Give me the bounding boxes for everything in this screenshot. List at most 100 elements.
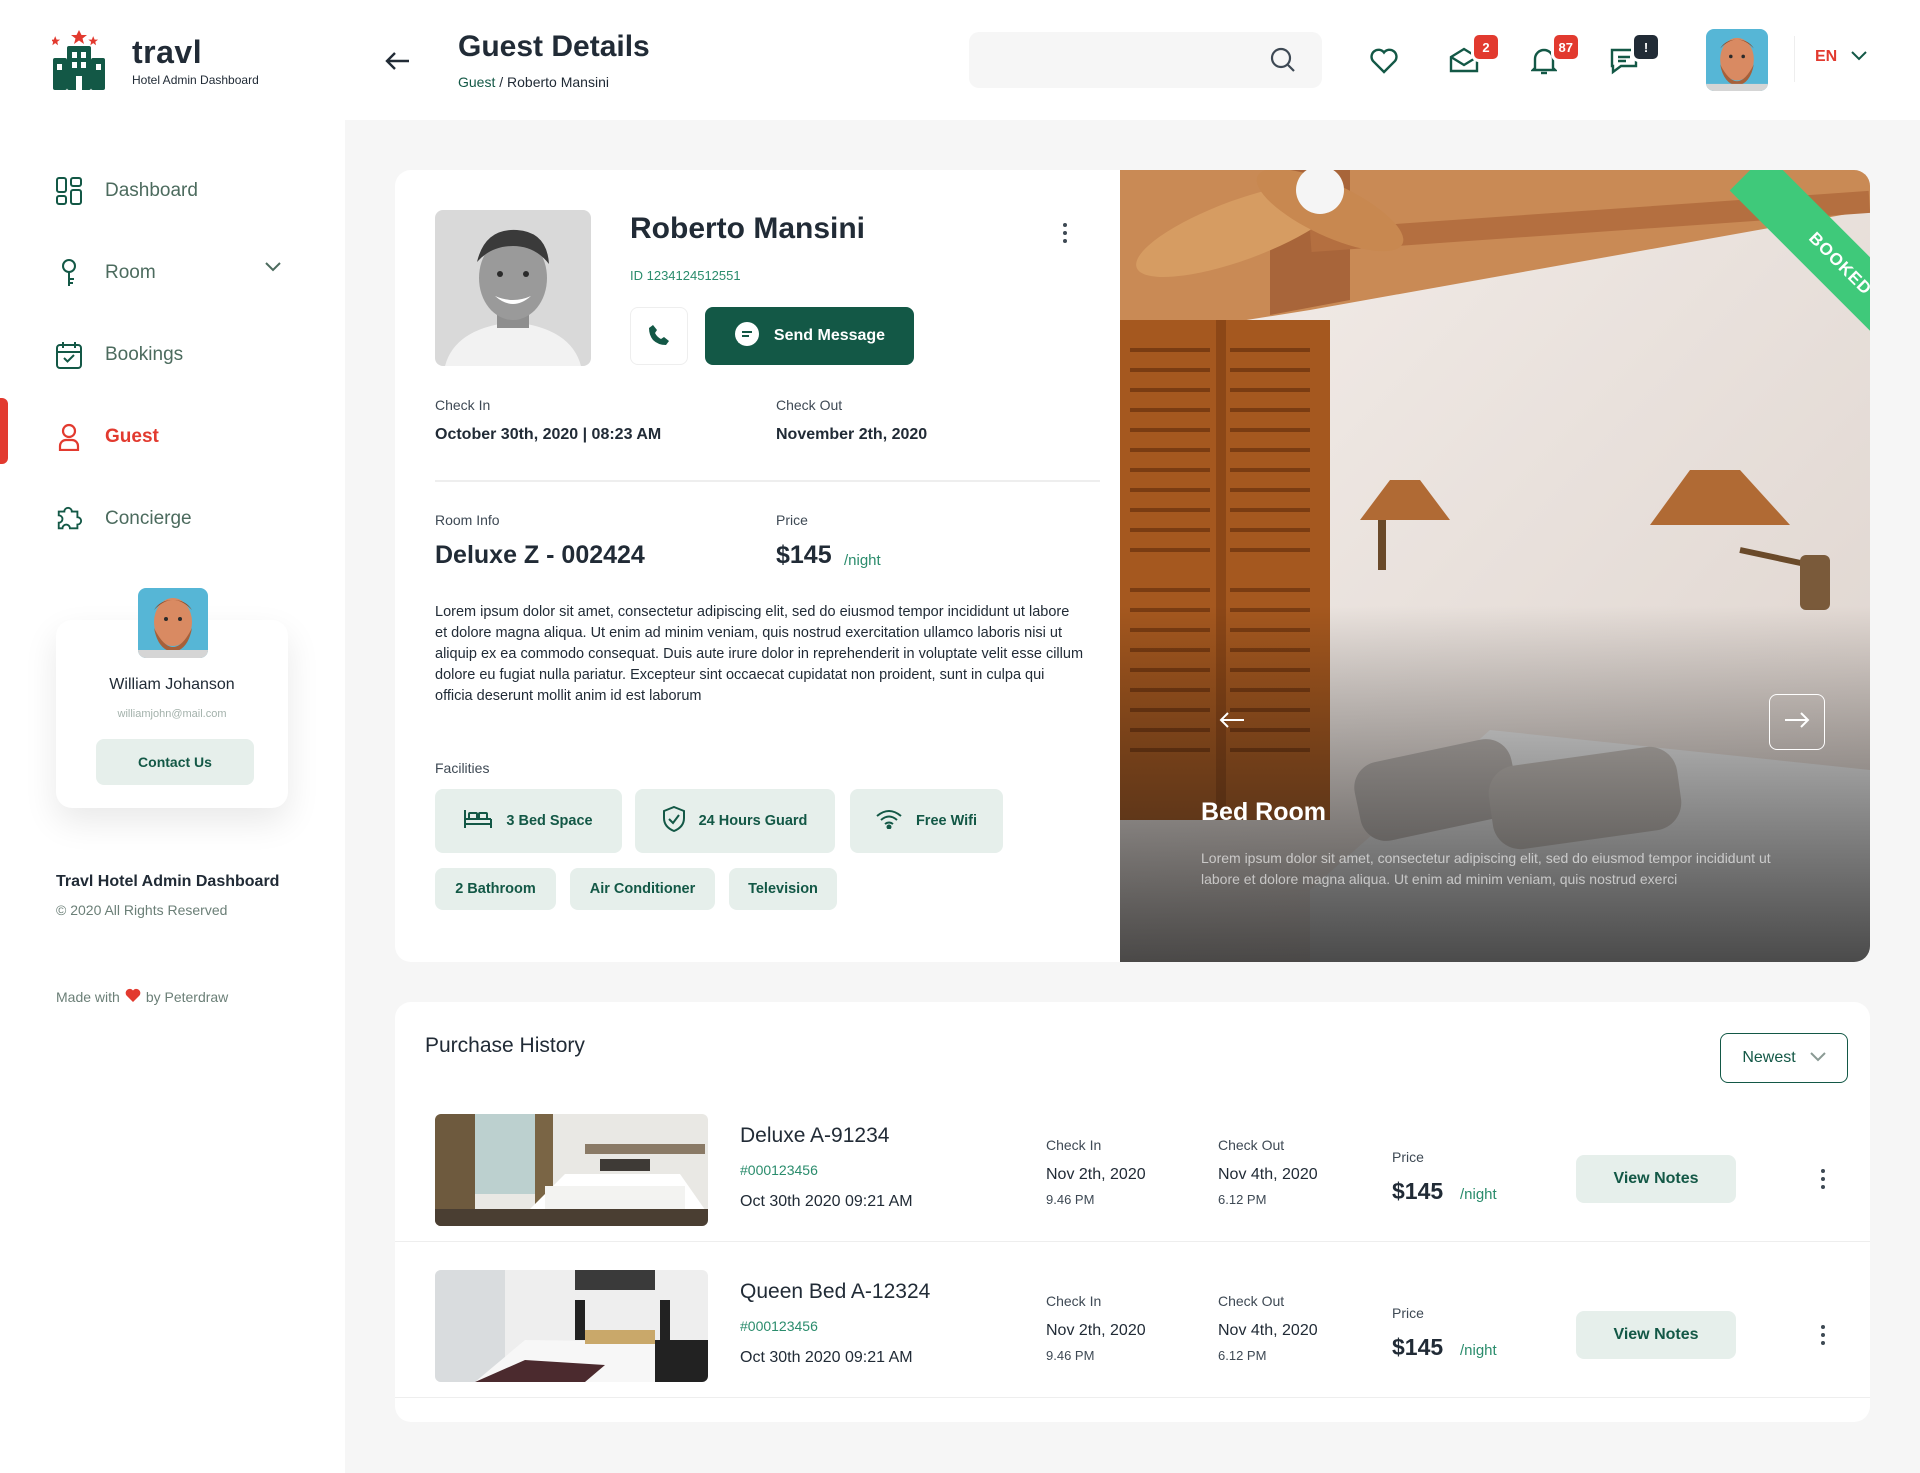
check-in-date: Nov 2th, 2020: [1046, 1166, 1146, 1183]
mail-icon[interactable]: 2: [1447, 32, 1501, 78]
sidebar-item-label: Room: [105, 262, 156, 283]
view-notes-button[interactable]: View Notes: [1576, 1155, 1736, 1203]
shield-icon: [662, 805, 685, 836]
sidebar-item-guest[interactable]: Guest: [0, 396, 345, 478]
hotel-logo-icon: [50, 30, 106, 90]
back-arrow-icon[interactable]: [383, 46, 413, 76]
facility-chip: 3 Bed Space: [435, 789, 622, 853]
language-selector[interactable]: EN: [1815, 48, 1867, 66]
calendar-icon: [55, 341, 83, 369]
table-row: Queen Bed A-12324 #000123456 Oct 30th 20…: [395, 1242, 1870, 1398]
arrow-left-icon: [1218, 710, 1246, 735]
profile-name: William Johanson: [109, 676, 235, 693]
check-in-value: October 30th, 2020 | 08:23 AM: [435, 426, 662, 443]
facility-label: Air Conditioner: [589, 881, 696, 897]
section-title: Purchase History: [425, 1034, 585, 1057]
avatar: [138, 588, 208, 658]
facility-label: 3 Bed Space: [506, 813, 593, 829]
profile-email: williamjohn@mail.com: [117, 708, 227, 720]
more-options-icon[interactable]: [1815, 1164, 1831, 1194]
breadcrumb-separator: /: [499, 74, 504, 90]
chat-badge: !: [1631, 32, 1661, 62]
sidebar-item-room[interactable]: Room: [0, 232, 345, 314]
heart-icon: [125, 988, 141, 1005]
check-in-time: 9.46 PM: [1046, 1348, 1095, 1363]
price-label: Price: [1392, 1149, 1424, 1165]
check-out-label: Check Out: [1218, 1293, 1285, 1309]
search-icon[interactable]: [1270, 47, 1296, 78]
room-name: Deluxe A-91234: [740, 1124, 890, 1147]
check-in-label: Check In: [435, 397, 491, 413]
facilities-label: Facilities: [435, 760, 490, 776]
room-info-value: Deluxe Z - 002424: [435, 541, 645, 569]
more-options-icon[interactable]: [1055, 218, 1075, 248]
check-out-value: November 2th, 2020: [776, 426, 928, 443]
message-bubble-icon: [734, 321, 760, 352]
header-divider: [1794, 36, 1795, 82]
search-input[interactable]: [969, 32, 1269, 88]
sidebar-item-label: Guest: [105, 426, 159, 447]
divider: [435, 480, 1100, 482]
facility-label: 24 Hours Guard: [698, 813, 808, 829]
notification-bell-icon[interactable]: 87: [1527, 32, 1581, 78]
room-photo-slider: BOOKED Bed Room Lorem ipsum dolor sit am…: [1120, 170, 1870, 962]
chevron-down-icon: [1809, 1049, 1826, 1067]
booking-code: #000123456: [740, 1318, 818, 1334]
check-in-date: Nov 2th, 2020: [1046, 1322, 1146, 1339]
breadcrumb: Guest / Roberto Mansini: [458, 74, 609, 90]
sort-label: Newest: [1742, 1049, 1796, 1066]
room-name: Queen Bed A-12324: [740, 1280, 931, 1303]
language-label: EN: [1815, 48, 1838, 65]
check-in-label: Check In: [1046, 1293, 1102, 1309]
view-notes-button[interactable]: View Notes: [1576, 1311, 1736, 1359]
contact-us-button[interactable]: Contact Us: [96, 739, 254, 785]
phone-icon: [648, 324, 670, 349]
check-in-time: 9.46 PM: [1046, 1192, 1095, 1207]
check-out-time: 6.12 PM: [1218, 1348, 1267, 1363]
facility-chip: Television: [729, 868, 837, 910]
active-nav-indicator: [0, 398, 8, 464]
guest-details-card: Roberto Mansini ID 1234124512551 Send Me…: [395, 170, 1870, 962]
check-out-date: Nov 4th, 2020: [1218, 1166, 1318, 1183]
booking-date: Oct 30th 2020 09:21 AM: [740, 1193, 913, 1210]
check-out-label: Check Out: [776, 397, 843, 413]
search-bar: [969, 32, 1322, 88]
breadcrumb-current: Roberto Mansini: [507, 74, 609, 90]
per-night-label: /night: [844, 552, 881, 569]
sidebar-item-bookings[interactable]: Bookings: [0, 314, 345, 396]
chevron-down-icon[interactable]: [264, 260, 282, 278]
previous-photo-button[interactable]: [1204, 694, 1260, 750]
room-thumbnail: [435, 1114, 708, 1226]
price-value: $145: [1392, 1334, 1444, 1360]
favorites-heart-icon[interactable]: [1367, 44, 1401, 78]
price-label: Price: [776, 512, 808, 528]
sidebar-item-concierge[interactable]: Concierge: [0, 478, 345, 560]
sidebar-item-label: Dashboard: [105, 180, 198, 201]
more-options-icon[interactable]: [1815, 1320, 1831, 1350]
sidebar-nav: Dashboard Room Bookings Guest Concierge: [0, 150, 345, 560]
brand-logo[interactable]: travl Hotel Admin Dashboard: [50, 30, 259, 90]
next-photo-button[interactable]: [1769, 694, 1825, 750]
brand-subtitle: Hotel Admin Dashboard: [132, 72, 259, 87]
per-night-label: /night: [1460, 1342, 1497, 1359]
price-label: Price: [1392, 1305, 1424, 1321]
chevron-down-icon: [1851, 48, 1867, 66]
call-button[interactable]: [630, 307, 688, 365]
room-description: Lorem ipsum dolor sit amet, consectetur …: [435, 604, 1084, 704]
sidebar: travl Hotel Admin Dashboard Dashboard Ro…: [0, 0, 345, 1473]
sidebar-profile-card: William Johanson williamjohn@mail.com Co…: [56, 588, 288, 808]
facility-label: 2 Bathroom: [455, 881, 536, 897]
send-message-button[interactable]: Send Message: [705, 307, 914, 365]
price-value: $145: [1392, 1178, 1444, 1204]
sort-dropdown[interactable]: Newest: [1720, 1033, 1848, 1083]
guest-id: ID 1234124512551: [630, 268, 741, 283]
check-out-date: Nov 4th, 2020: [1218, 1322, 1318, 1339]
chat-icon[interactable]: !: [1607, 32, 1661, 78]
made-with-prefix: Made with: [56, 988, 120, 1005]
wifi-icon: [876, 809, 902, 833]
breadcrumb-link[interactable]: Guest: [458, 74, 495, 90]
bedroom-photo: [1120, 170, 1870, 962]
sidebar-item-dashboard[interactable]: Dashboard: [0, 150, 345, 232]
guest-name: Roberto Mansini: [630, 212, 866, 245]
user-avatar[interactable]: [1706, 29, 1768, 91]
